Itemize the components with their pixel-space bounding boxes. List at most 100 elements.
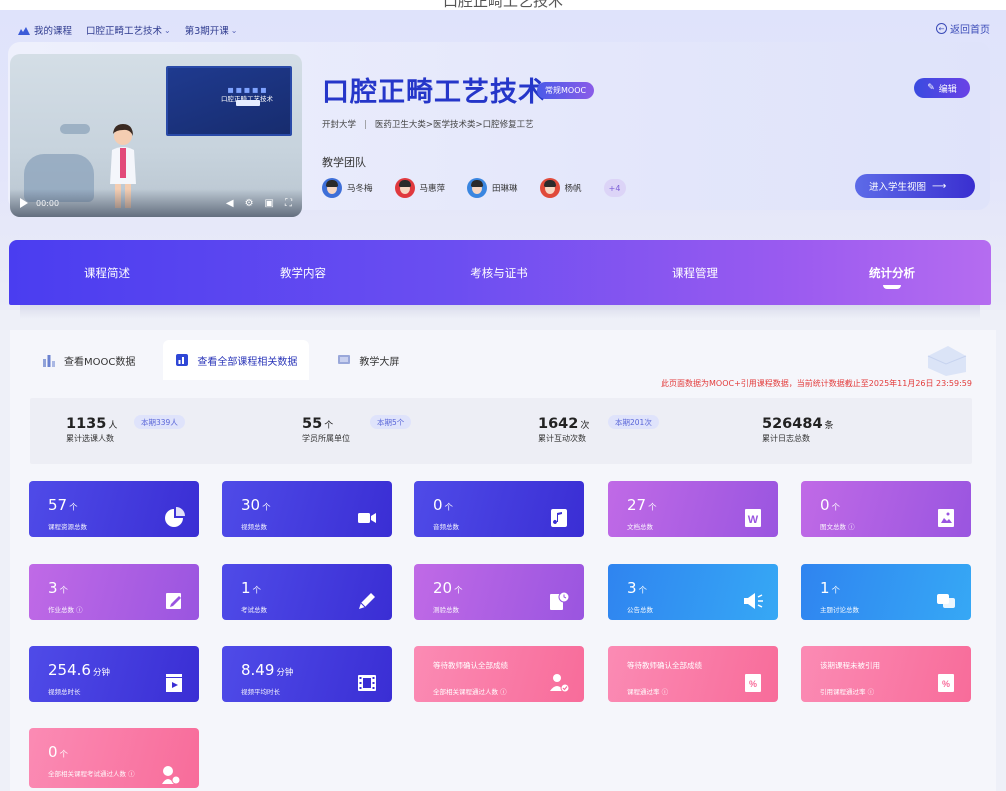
metric-value: 30 xyxy=(241,496,261,514)
pie-chart-icon xyxy=(165,507,185,527)
team-member[interactable]: 田琳琳 xyxy=(467,178,518,198)
subtab-label: 查看全部课程相关数据 xyxy=(197,356,298,368)
metric-label: 视频平均时长 xyxy=(241,688,280,696)
metric-label: 视频总数 xyxy=(241,523,267,531)
music-note-icon xyxy=(551,509,567,527)
quiz-timer-icon xyxy=(550,591,570,610)
word-document-icon: W xyxy=(745,509,761,527)
metric-card-resources[interactable]: 57 个 课程资源总数 xyxy=(29,481,199,537)
chevron-down-icon: ⌄ xyxy=(164,25,171,35)
subtab-mooc-data[interactable]: 查看MOOC数据 xyxy=(30,340,147,380)
metric-card-pass-rate[interactable]: 等待教师确认全部成绩 课程通过率 ⓘ % xyxy=(608,646,778,702)
metric-label: 全部相关课程考试通过人数 ⓘ xyxy=(48,770,135,778)
summary-unit: 人 xyxy=(108,421,118,431)
course-video-player[interactable]: ■ ■ ■ ■ ■ 口腔正畸工艺技术 00:00 ◀︎ ⚙ ▣ ⛶ xyxy=(10,54,302,217)
member-name: 马冬梅 xyxy=(347,184,373,194)
user-award-icon xyxy=(162,766,181,785)
percent-doc-icon: % xyxy=(745,674,761,692)
metric-label: 主题讨论总数 xyxy=(820,606,859,614)
discussion-bubbles-icon xyxy=(937,594,955,608)
edit-button[interactable]: ✎ 编辑 xyxy=(914,78,970,98)
video-slide: ■ ■ ■ ■ ■ 口腔正畸工艺技术 xyxy=(166,66,292,136)
volume-icon[interactable]: ◀︎ xyxy=(226,198,234,209)
metric-label: 图文总数 ⓘ xyxy=(820,523,855,531)
metric-card-video-total-time[interactable]: 254.6 分钟 视频总时长 xyxy=(29,646,199,702)
svg-text:%: % xyxy=(942,679,950,689)
metric-card-documents[interactable]: 27 个 文档总数 W xyxy=(608,481,778,537)
metric-label: 全部相关课程通过人数 ⓘ xyxy=(433,688,507,696)
student-view-button[interactable]: 进入学生视图 ⟶ xyxy=(855,174,975,198)
back-home-link[interactable]: ← 返回首页 xyxy=(936,21,990,36)
play-icon[interactable] xyxy=(20,198,28,208)
subtab-all-course-data[interactable]: 查看全部课程相关数据 xyxy=(163,340,310,380)
team-member[interactable]: 马惠萍 xyxy=(394,178,445,198)
fullscreen-icon[interactable]: ⛶ xyxy=(285,198,292,209)
metric-card-homework[interactable]: 3个 作业总数 ⓘ xyxy=(29,564,199,620)
decorative-cube-icon xyxy=(927,346,967,376)
top-title-text: 口腔正畸工艺技术 xyxy=(442,0,563,10)
metric-card-audio[interactable]: 0个 音频总数 xyxy=(414,481,584,537)
metric-unit: 个 xyxy=(444,503,454,513)
metric-value: 254.6 xyxy=(48,661,91,679)
metric-card-discussions[interactable]: 1个 主题讨论总数 xyxy=(801,564,971,620)
summary-label: 累计选课人数 xyxy=(66,434,114,443)
summary-value-row: 1135 人 xyxy=(66,416,117,432)
metric-card-exam-pass-count[interactable]: 0个 全部相关课程考试通过人数 ⓘ xyxy=(29,728,199,788)
metric-card-announcements[interactable]: 3个 公告总数 xyxy=(608,564,778,620)
tab-course-management[interactable]: 课程管理 xyxy=(597,240,793,305)
more-members-badge[interactable]: +4 xyxy=(603,179,626,197)
homework-edit-icon xyxy=(166,593,181,609)
megaphone-icon xyxy=(744,593,763,609)
metric-card-cited-pass-rate[interactable]: 该期课程未被引用 引用课程通过率 ⓘ % xyxy=(801,646,971,702)
team-member[interactable]: 杨帆 xyxy=(539,178,582,198)
metric-value-row: 27 个 xyxy=(627,496,657,514)
edit-button-label: 编辑 xyxy=(938,84,957,95)
team-member[interactable]: 马冬梅 xyxy=(322,178,373,198)
metric-card-image-text[interactable]: 0个 图文总数 ⓘ xyxy=(801,481,971,537)
tab-assessment[interactable]: 考核与证书 xyxy=(401,240,597,305)
metric-unit: 个 xyxy=(648,503,657,513)
stat-sub-tabs: 查看MOOC数据 查看全部课程相关数据 教学大屏 xyxy=(30,340,427,380)
metric-card-quizzes[interactable]: 20 个 测验总数 xyxy=(414,564,584,620)
term-dropdown[interactable]: 第3期开课 ⌄ xyxy=(185,23,238,38)
summary-value: 1135 xyxy=(66,416,107,432)
course-meta: 开封大学 | 医药卫生大类>医学技术类>口腔修复工艺 xyxy=(322,118,534,130)
user-check-icon xyxy=(550,674,570,693)
course-dropdown[interactable]: 口腔正畸工艺技术 ⌄ xyxy=(86,23,171,38)
metric-label: 课程资源总数 xyxy=(48,523,87,531)
caption-icon[interactable]: ▣ xyxy=(265,198,274,209)
subtab-teaching-screen[interactable]: 教学大屏 xyxy=(325,340,411,380)
tab-label: 统计分析 xyxy=(869,265,915,280)
metric-value: 3 xyxy=(48,579,58,597)
my-courses-link[interactable]: 我的课程 xyxy=(18,23,72,37)
metric-card-exams[interactable]: 1个 考试总数 xyxy=(222,564,392,620)
summary-label: 累计互动次数 xyxy=(538,434,586,443)
avatar xyxy=(394,178,415,198)
metric-value-row: 8.49 分钟 xyxy=(241,661,293,679)
home-icon xyxy=(18,27,30,35)
tab-statistics[interactable]: 统计分析 xyxy=(793,240,991,305)
tab-label: 课程管理 xyxy=(672,265,718,280)
screen-icon xyxy=(338,355,351,364)
metric-value-row: 3个 xyxy=(48,579,68,597)
video-camera-icon xyxy=(358,513,376,523)
summary-item: 1135 人 累计选课人数 xyxy=(66,416,117,444)
summary-period-tag: 本期201次 xyxy=(608,415,659,429)
summary-value: 526484 xyxy=(762,416,823,432)
settings-gear-icon[interactable]: ⚙ xyxy=(245,198,254,209)
tab-teaching-content[interactable]: 教学内容 xyxy=(205,240,401,305)
tab-course-overview[interactable]: 课程简述 xyxy=(9,240,205,305)
avatar xyxy=(539,178,560,198)
avatar xyxy=(322,178,342,198)
course-dropdown-label: 口腔正畸工艺技术 xyxy=(86,26,163,37)
metric-card-video-avg-time[interactable]: 8.49 分钟 视频平均时长 xyxy=(222,646,392,702)
svg-text:W: W xyxy=(748,514,759,526)
metric-unit: 个 xyxy=(262,503,271,513)
summary-value-row: 526484 条 xyxy=(762,416,834,432)
summary-item: 1642 次 累计互动次数 xyxy=(538,416,589,444)
metric-card-pass-count[interactable]: 等待教师确认全部成绩 全部相关课程通过人数 ⓘ xyxy=(414,646,584,702)
data-notice: 此页面数据为MOOC+引用课程数据，当前统计数据截止至2025年11月26日 2… xyxy=(661,379,972,388)
metric-card-videos[interactable]: 30 个 视频总数 xyxy=(222,481,392,537)
summary-unit: 条 xyxy=(824,421,834,431)
course-title: 口腔正畸工艺技术 xyxy=(322,77,546,108)
